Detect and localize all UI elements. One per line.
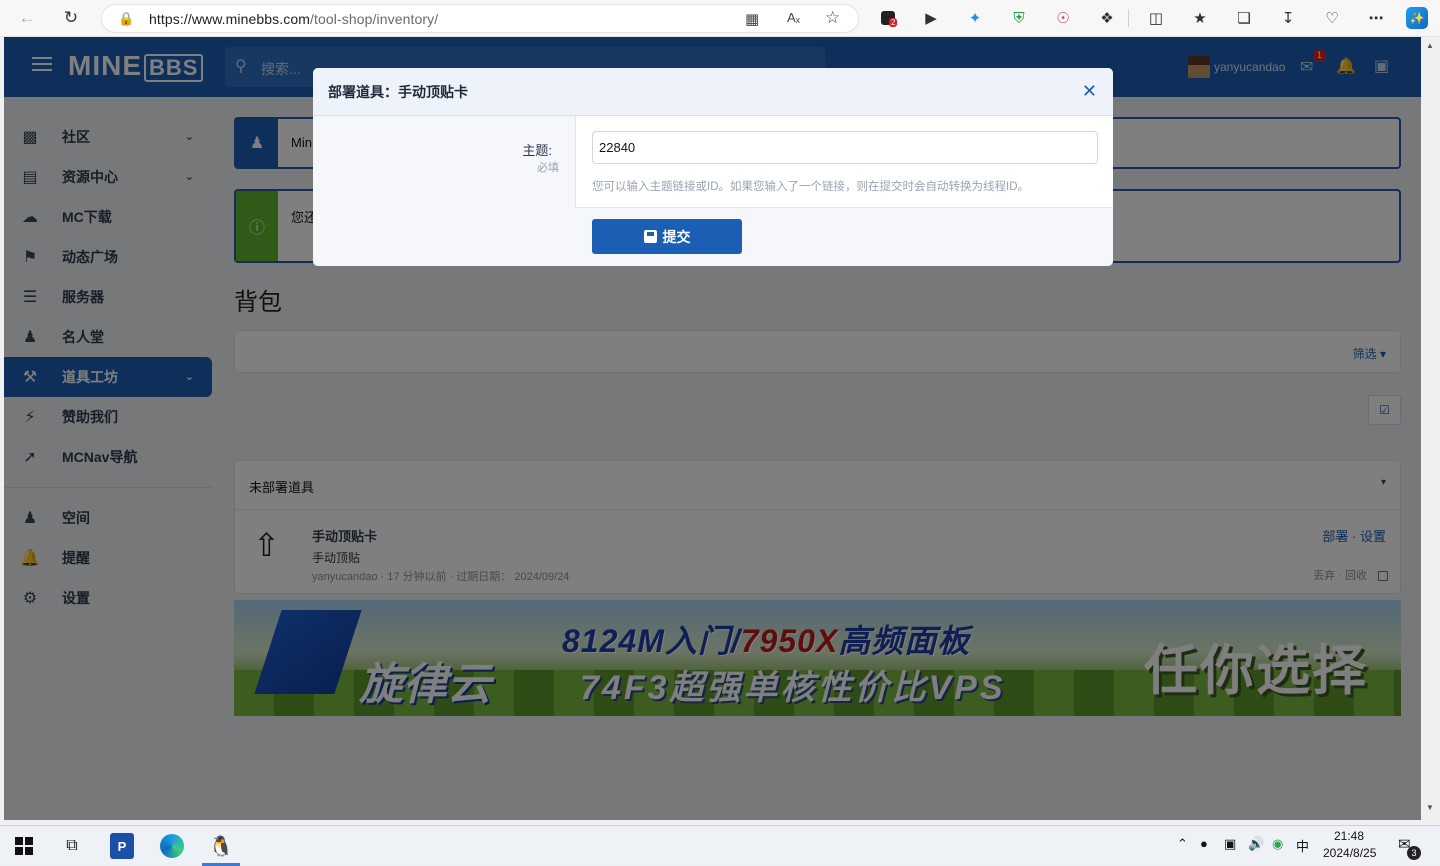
windows-start-icon[interactable] [10, 833, 38, 859]
scroll-up-icon[interactable]: ▲ [1426, 41, 1434, 50]
toolbar-divider [1128, 9, 1129, 27]
app-available-icon[interactable]: ▦ [745, 10, 759, 28]
downloads-icon[interactable]: ↧ [1277, 7, 1299, 29]
more-menu-icon[interactable]: ⋯ [1365, 7, 1387, 29]
bird-extension-icon[interactable]: ✦ [964, 7, 986, 29]
copilot-icon[interactable]: ✨ [1406, 7, 1428, 29]
favorites-icon[interactable]: ★ [1189, 7, 1211, 29]
submit-label: 提交 [662, 228, 691, 245]
topic-input[interactable] [592, 131, 1098, 164]
topic-label: 主题: [522, 143, 552, 158]
lock-icon: 🔒 [118, 11, 135, 26]
ime-indicator[interactable]: 中 [1296, 836, 1309, 855]
url-text: https://www.minebbs.com/tool-shop/invent… [149, 11, 439, 27]
tray-chevron-up-icon[interactable]: ⌃ [1177, 836, 1188, 852]
dialog-body: 主题: 必填 您可以输入主题链接或ID。如果您输入了一个链接，则在提交时会自动转… [313, 116, 1113, 208]
performance-icon[interactable]: ♡ [1321, 7, 1343, 29]
network-icon[interactable]: ▣ [1224, 836, 1236, 852]
windows-taskbar: ⧉ P 🐧 ⌃ ● ▣ 🔊 ◉ 中 21:48 2024/8/25 ✉ 3 [0, 825, 1440, 866]
extension-badge: 2 [889, 18, 898, 27]
clock-date: 2024/8/25 [1323, 846, 1377, 860]
dialog-title: 部署道具：手动顶贴卡 [328, 84, 468, 100]
cat-extension-icon[interactable]: ☉ [1052, 7, 1074, 29]
page-scrollbar[interactable]: ▲ ▼ [1421, 37, 1440, 820]
edge-icon[interactable] [158, 833, 186, 859]
required-hint: 必填 [537, 162, 559, 174]
clock[interactable]: 21:48 2024/8/25 [1323, 829, 1377, 860]
notification-badge: 3 [1407, 846, 1421, 860]
read-aloud-icon[interactable]: Aₓ [787, 10, 800, 25]
refresh-icon[interactable]: ↻ [58, 6, 84, 30]
extension-icon-1[interactable]: 2 [877, 7, 899, 29]
tray-qq-icon[interactable]: ● [1200, 836, 1208, 851]
clock-time: 21:48 [1333, 829, 1365, 843]
deploy-dialog: 部署道具：手动顶贴卡 ✕ 主题: 必填 您可以输入主题链接或ID。如果您输入了一… [313, 68, 1113, 266]
qq-icon[interactable]: 🐧 [207, 833, 235, 859]
topic-hint: 您可以输入主题链接或ID。如果您输入了一个链接，则在提交时会自动转换为线程ID。 [592, 181, 1029, 193]
extensions-puzzle-icon[interactable]: ❖ [1096, 7, 1118, 29]
save-icon [643, 230, 657, 243]
back-icon[interactable]: ← [14, 6, 40, 30]
collections-icon[interactable]: ❏ [1233, 7, 1255, 29]
tray-app-icon[interactable]: ◉ [1272, 836, 1283, 852]
play-extension-icon[interactable]: ▶ [920, 7, 942, 29]
close-icon[interactable]: ✕ [1082, 81, 1097, 102]
task-view-icon[interactable]: ⧉ [58, 833, 86, 859]
shield-extension-icon[interactable]: ⛨ [1008, 7, 1030, 29]
submit-button[interactable]: 提交 [592, 219, 742, 254]
page: MINEBBS ⚲ 搜索... yanyucandao ✉ 1 🔔 ▣ ▩社区⌄… [4, 37, 1421, 820]
favorite-star-icon[interactable]: ☆ [825, 8, 840, 28]
app-p-icon[interactable]: P [108, 833, 136, 859]
scroll-down-icon[interactable]: ▼ [1426, 803, 1434, 812]
volume-icon[interactable]: 🔊 [1248, 836, 1264, 852]
field-label-column: 主题: 必填 [313, 116, 576, 208]
address-bar[interactable]: 🔒 https://www.minebbs.com/tool-shop/inve… [101, 4, 859, 33]
dialog-header: 部署道具：手动顶贴卡 ✕ [313, 68, 1113, 116]
browser-toolbar: ← ↻ 🔒 https://www.minebbs.com/tool-shop/… [0, 0, 1440, 37]
split-screen-icon[interactable]: ◫ [1145, 7, 1167, 29]
